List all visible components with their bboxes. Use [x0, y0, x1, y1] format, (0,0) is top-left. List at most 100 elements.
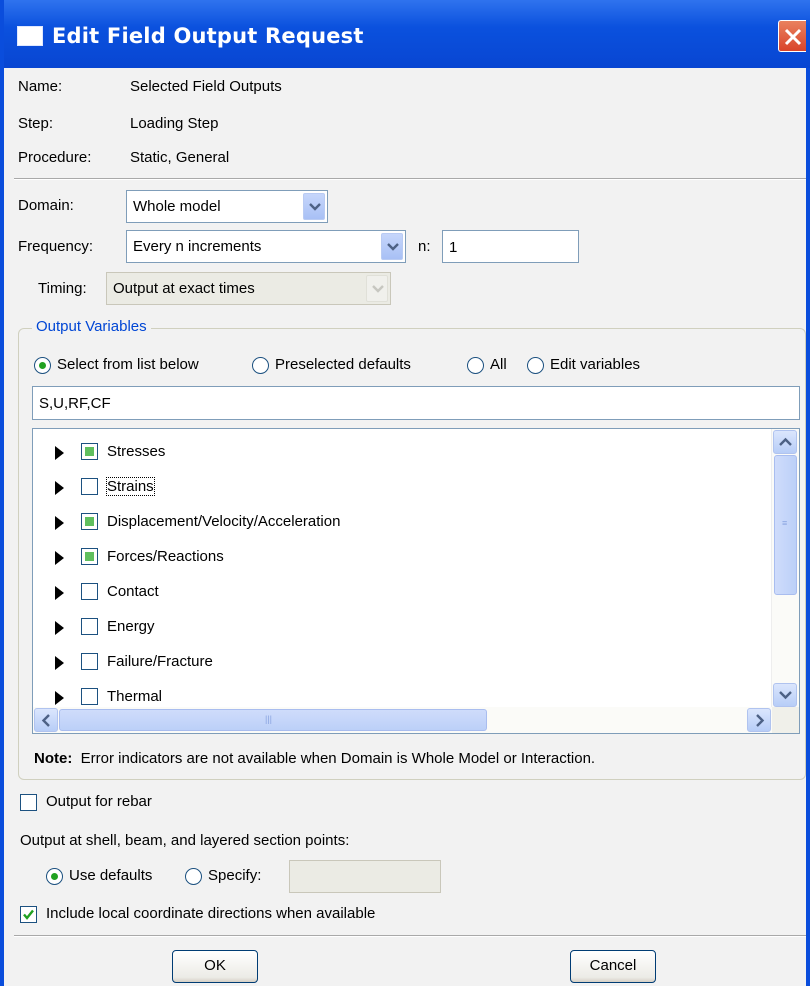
- procedure-value: Static, General: [130, 149, 230, 166]
- radio-label-preselected-defaults[interactable]: Preselected defaults: [275, 356, 411, 373]
- expand-arrow-icon[interactable]: [55, 446, 64, 460]
- scroll-left-button[interactable]: [34, 708, 58, 732]
- rebar-label[interactable]: Output for rebar: [46, 793, 152, 810]
- tree-item-label: Forces/Reactions: [107, 548, 224, 565]
- n-input[interactable]: 1: [442, 230, 579, 263]
- chevron-down-icon[interactable]: [303, 193, 325, 220]
- tree-item-label: Displacement/Velocity/Acceleration: [107, 513, 341, 530]
- window-icon: [17, 26, 43, 46]
- radio-label-edit-variables[interactable]: Edit variables: [550, 356, 640, 373]
- horizontal-scrollbar[interactable]: |||: [33, 707, 773, 733]
- domain-label: Domain:: [18, 197, 74, 214]
- frequency-select[interactable]: Every n increments: [126, 230, 406, 263]
- chevron-down-icon: [366, 275, 388, 302]
- expand-arrow-icon[interactable]: [55, 516, 64, 530]
- horizontal-scroll-thumb[interactable]: |||: [59, 709, 487, 731]
- rebar-checkbox[interactable]: [20, 794, 37, 811]
- expand-arrow-icon[interactable]: [55, 551, 64, 565]
- domain-select[interactable]: Whole model: [126, 190, 328, 223]
- tree-checkbox[interactable]: [81, 548, 98, 565]
- radio-specify[interactable]: [185, 868, 202, 885]
- chevron-down-icon[interactable]: [381, 233, 403, 260]
- ok-button[interactable]: OK: [172, 950, 258, 983]
- tree-item-contact[interactable]: Contact: [33, 575, 773, 609]
- scroll-right-button[interactable]: [747, 708, 771, 732]
- n-value: 1: [449, 239, 458, 256]
- checkmark-icon: [23, 909, 34, 920]
- tree-checkbox[interactable]: [81, 583, 98, 600]
- tree-item-displacement[interactable]: Displacement/Velocity/Acceleration: [33, 505, 773, 539]
- tree-checkbox[interactable]: [81, 688, 98, 705]
- output-variables-title: Output Variables: [32, 318, 151, 335]
- tree-item-energy[interactable]: Energy: [33, 610, 773, 644]
- step-value: Loading Step: [130, 115, 219, 132]
- tree-item-failure[interactable]: Failure/Fracture: [33, 645, 773, 679]
- variables-value: S,U,RF,CF: [39, 395, 111, 412]
- tree-checkbox[interactable]: [81, 653, 98, 670]
- window-title: Edit Field Output Request: [52, 24, 364, 48]
- radio-label-select-from-list[interactable]: Select from list below: [57, 356, 199, 373]
- note-text: Note: Error indicators are not available…: [34, 750, 595, 767]
- procedure-label: Procedure:: [18, 149, 92, 166]
- specify-input[interactable]: [289, 860, 441, 893]
- timing-select[interactable]: Output at exact times: [106, 272, 391, 305]
- output-variables-tree[interactable]: Stresses Strains Displacement/Velocity/A…: [32, 428, 800, 734]
- close-icon: [784, 28, 802, 46]
- scroll-corner: [772, 707, 799, 733]
- separator: [14, 935, 806, 937]
- local-coords-label[interactable]: Include local coordinate directions when…: [46, 905, 375, 922]
- scroll-down-button[interactable]: [773, 683, 797, 707]
- radio-edit-variables[interactable]: [527, 357, 544, 374]
- title-bar[interactable]: Edit Field Output Request: [4, 0, 810, 68]
- tree-item-forces[interactable]: Forces/Reactions: [33, 540, 773, 574]
- chevron-up-icon: [779, 437, 792, 446]
- expand-arrow-icon[interactable]: [55, 656, 64, 670]
- name-value: Selected Field Outputs: [130, 78, 282, 95]
- tree-checkbox[interactable]: [81, 443, 98, 460]
- domain-value: Whole model: [133, 198, 221, 215]
- variables-input[interactable]: S,U,RF,CF: [32, 386, 800, 420]
- name-label: Name:: [18, 78, 63, 95]
- tree-item-strains[interactable]: Strains: [33, 470, 773, 504]
- tree-item-label: Contact: [107, 583, 159, 600]
- radio-preselected-defaults[interactable]: [252, 357, 269, 374]
- tree-checkbox[interactable]: [81, 618, 98, 635]
- tree-item-label: Strains: [106, 477, 155, 496]
- vertical-scrollbar[interactable]: ≡: [771, 429, 799, 709]
- timing-label: Timing:: [38, 280, 87, 297]
- section-points-label: Output at shell, beam, and layered secti…: [20, 832, 350, 849]
- tree-item-label: Thermal: [107, 688, 163, 705]
- vertical-scroll-thumb[interactable]: ≡: [774, 455, 797, 595]
- radio-all[interactable]: [467, 357, 484, 374]
- separator: [14, 178, 806, 180]
- radio-use-defaults[interactable]: [46, 868, 63, 885]
- timing-value: Output at exact times: [113, 280, 255, 297]
- tree-item-label: Failure/Fracture: [107, 653, 213, 670]
- expand-arrow-icon[interactable]: [55, 481, 64, 495]
- chevron-right-icon: [756, 714, 765, 727]
- tree-item-stresses[interactable]: Stresses: [33, 435, 773, 469]
- cancel-button[interactable]: Cancel: [570, 950, 656, 983]
- chevron-down-icon: [779, 691, 792, 700]
- radio-label-specify[interactable]: Specify:: [208, 867, 261, 884]
- frequency-value: Every n increments: [133, 238, 262, 255]
- close-button[interactable]: [778, 20, 806, 52]
- local-coords-checkbox[interactable]: [20, 906, 37, 923]
- n-label: n:: [418, 238, 431, 255]
- radio-label-all[interactable]: All: [490, 356, 507, 373]
- expand-arrow-icon[interactable]: [55, 586, 64, 600]
- radio-select-from-list[interactable]: [34, 357, 51, 374]
- expand-arrow-icon[interactable]: [55, 621, 64, 635]
- tree-checkbox[interactable]: [81, 478, 98, 495]
- expand-arrow-icon[interactable]: [55, 691, 64, 705]
- frequency-label: Frequency:: [18, 238, 94, 255]
- tree-item-label: Energy: [107, 618, 155, 635]
- note-message: Error indicators are not available when …: [80, 750, 596, 767]
- scroll-up-button[interactable]: [773, 430, 797, 454]
- tree-item-label: Stresses: [107, 443, 166, 460]
- tree-checkbox[interactable]: [81, 513, 98, 530]
- step-label: Step:: [18, 115, 54, 132]
- chevron-left-icon: [41, 714, 50, 727]
- radio-label-use-defaults[interactable]: Use defaults: [69, 867, 152, 884]
- note-bold: Note:: [34, 750, 73, 767]
